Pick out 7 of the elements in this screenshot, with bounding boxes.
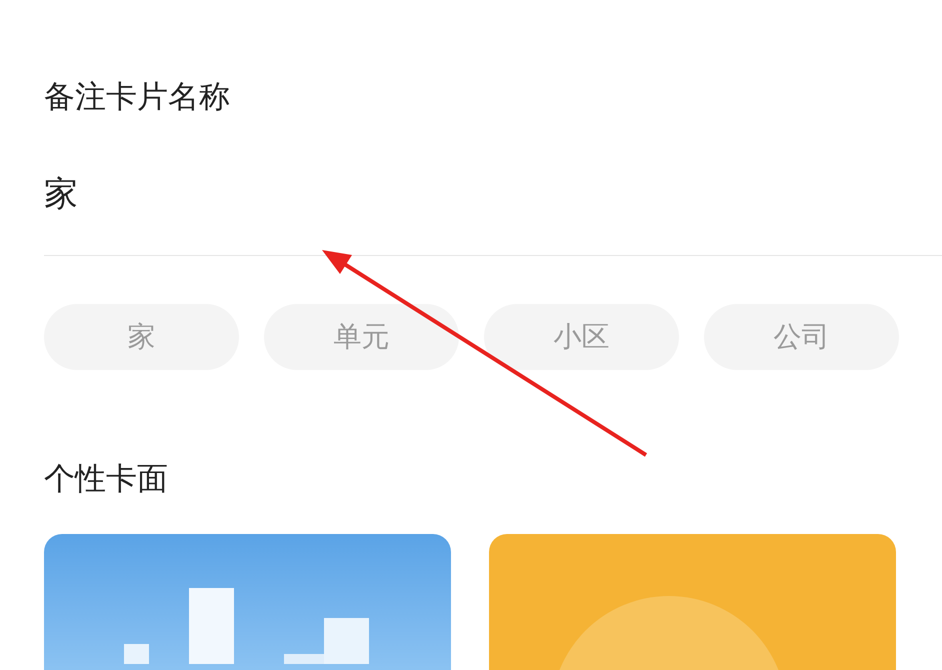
city-card-face[interactable] xyxy=(44,534,451,670)
name-suggestion-chip[interactable]: 家 xyxy=(44,304,239,370)
name-suggestion-chip[interactable]: 小区 xyxy=(484,304,679,370)
name-suggestion-chip[interactable]: 单元 xyxy=(264,304,459,370)
section-title: 备注卡片名称 xyxy=(44,78,230,117)
name-suggestion-chip[interactable]: 公司 xyxy=(704,304,899,370)
section-title: 个性卡面 xyxy=(44,460,168,499)
